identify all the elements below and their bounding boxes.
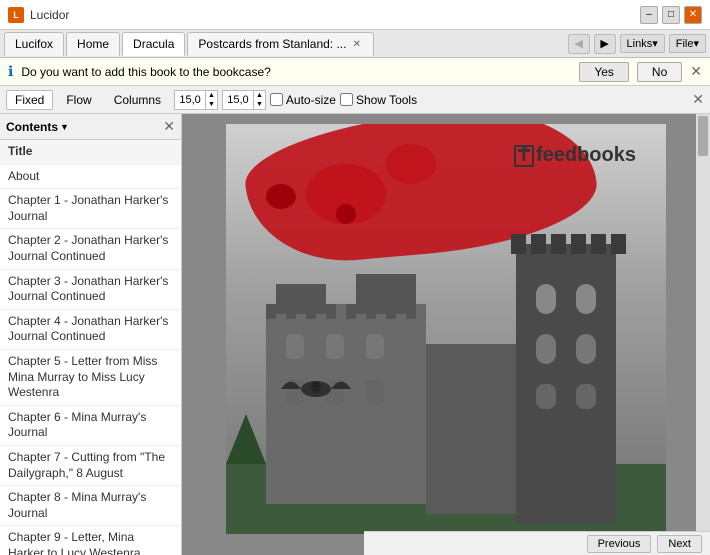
size2-down-icon[interactable]: ▼ xyxy=(254,100,265,109)
minimize-button[interactable]: – xyxy=(640,6,658,24)
close-button[interactable]: ✕ xyxy=(684,6,702,24)
blood-drip3 xyxy=(266,184,296,209)
contents-selector[interactable]: Contents ▼ xyxy=(6,120,69,134)
no-button[interactable]: No xyxy=(637,62,682,82)
size1-down-icon[interactable]: ▼ xyxy=(206,100,217,109)
back-button[interactable]: ◀ xyxy=(568,34,590,54)
autosize-checkbox[interactable] xyxy=(270,93,283,106)
links-button[interactable]: Links▾ xyxy=(620,34,665,53)
app-icon: L xyxy=(8,7,24,23)
sidebar-item-ch6[interactable]: Chapter 6 - Mina Murray's Journal xyxy=(0,406,181,446)
next-button[interactable]: Next xyxy=(657,535,702,553)
sidebar: Contents ▼ ✕ Title About Chapter 1 - Jon… xyxy=(0,114,182,555)
yes-button[interactable]: Yes xyxy=(579,62,629,82)
sidebar-item-ch8[interactable]: Chapter 8 - Mina Murray's Journal xyxy=(0,486,181,526)
showtools-checkbox-label: Show Tools xyxy=(340,93,417,107)
tab-bar: Lucifox Home Dracula Postcards from Stan… xyxy=(0,30,710,58)
blood-drip4 xyxy=(336,204,356,224)
tab-postcards[interactable]: Postcards from Stanland: ... ✕ xyxy=(187,32,373,56)
sidebar-item-ch2[interactable]: Chapter 2 - Jonathan Harker's Journal Co… xyxy=(0,229,181,269)
sidebar-header: Contents ▼ ✕ xyxy=(0,114,181,140)
tab-dracula[interactable]: Dracula xyxy=(122,32,185,56)
bottom-bar: Previous Next xyxy=(364,531,710,555)
sidebar-item-ch4[interactable]: Chapter 4 - Jonathan Harker's Journal Co… xyxy=(0,310,181,350)
tab-home[interactable]: Home xyxy=(66,32,120,56)
size2-spinner[interactable]: ▲ ▼ xyxy=(222,90,266,110)
maximize-button[interactable]: □ xyxy=(662,6,680,24)
tab-lucifox[interactable]: Lucifox xyxy=(4,32,64,56)
scrollbar-thumb xyxy=(698,116,708,156)
notification-close-icon[interactable]: ✕ xyxy=(690,63,702,80)
toolbar-close-icon[interactable]: ✕ xyxy=(692,91,704,108)
content-area: f feedbooks xyxy=(182,114,710,555)
size1-spinner[interactable]: ▲ ▼ xyxy=(174,90,218,110)
sidebar-item-about[interactable]: About xyxy=(0,165,181,190)
sidebar-close-icon[interactable]: ✕ xyxy=(163,118,175,135)
sidebar-item-ch5[interactable]: Chapter 5 - Letter from Miss Mina Murray… xyxy=(0,350,181,406)
sidebar-item-ch3[interactable]: Chapter 3 - Jonathan Harker's Journal Co… xyxy=(0,270,181,310)
autosize-checkbox-label: Auto-size xyxy=(270,93,336,107)
flow-button[interactable]: Flow xyxy=(57,90,100,110)
size2-input[interactable] xyxy=(223,91,253,109)
feedbooks-logo: f feedbooks xyxy=(514,144,636,167)
content-scroll[interactable]: f feedbooks xyxy=(182,114,710,555)
sidebar-item-ch7[interactable]: Chapter 7 - Cutting from "The Dailygraph… xyxy=(0,446,181,486)
book-cover-image: f feedbooks xyxy=(226,124,666,534)
sidebar-item-title: Title xyxy=(0,140,181,165)
blood-drip2 xyxy=(386,144,436,184)
forward-button[interactable]: ▶ xyxy=(594,34,616,54)
info-icon: ℹ xyxy=(8,63,13,80)
previous-button[interactable]: Previous xyxy=(587,535,652,553)
file-button[interactable]: File▾ xyxy=(669,34,706,53)
sidebar-item-ch9[interactable]: Chapter 9 - Letter, Mina Harker to Lucy … xyxy=(0,526,181,555)
castle-svg xyxy=(226,224,666,534)
main-area: Contents ▼ ✕ Title About Chapter 1 - Jon… xyxy=(0,114,710,555)
notification-bar: ℹ Do you want to add this book to the bo… xyxy=(0,58,710,86)
columns-button[interactable]: Columns xyxy=(105,90,170,110)
fixed-button[interactable]: Fixed xyxy=(6,90,53,110)
feedbooks-icon: f xyxy=(514,145,534,167)
size1-up-icon[interactable]: ▲ xyxy=(206,91,217,100)
window-controls: – □ ✕ xyxy=(640,6,702,24)
toolbar: Fixed Flow Columns ▲ ▼ ▲ ▼ Auto-size Sho… xyxy=(0,86,710,114)
showtools-checkbox[interactable] xyxy=(340,93,353,106)
size1-input[interactable] xyxy=(175,91,205,109)
notification-text: Do you want to add this book to the book… xyxy=(21,65,571,79)
title-bar: L Lucidor – □ ✕ xyxy=(0,0,710,30)
sidebar-item-ch1[interactable]: Chapter 1 - Jonathan Harker's Journal xyxy=(0,189,181,229)
app-title: Lucidor xyxy=(30,8,634,22)
size2-up-icon[interactable]: ▲ xyxy=(254,91,265,100)
dropdown-icon: ▼ xyxy=(60,122,69,132)
tab-close-icon[interactable]: ✕ xyxy=(350,39,362,50)
sidebar-list: Title About Chapter 1 - Jonathan Harker'… xyxy=(0,140,181,555)
content-scrollbar[interactable] xyxy=(696,114,710,533)
tab-nav: ◀ ▶ Links▾ File▾ xyxy=(568,34,706,54)
